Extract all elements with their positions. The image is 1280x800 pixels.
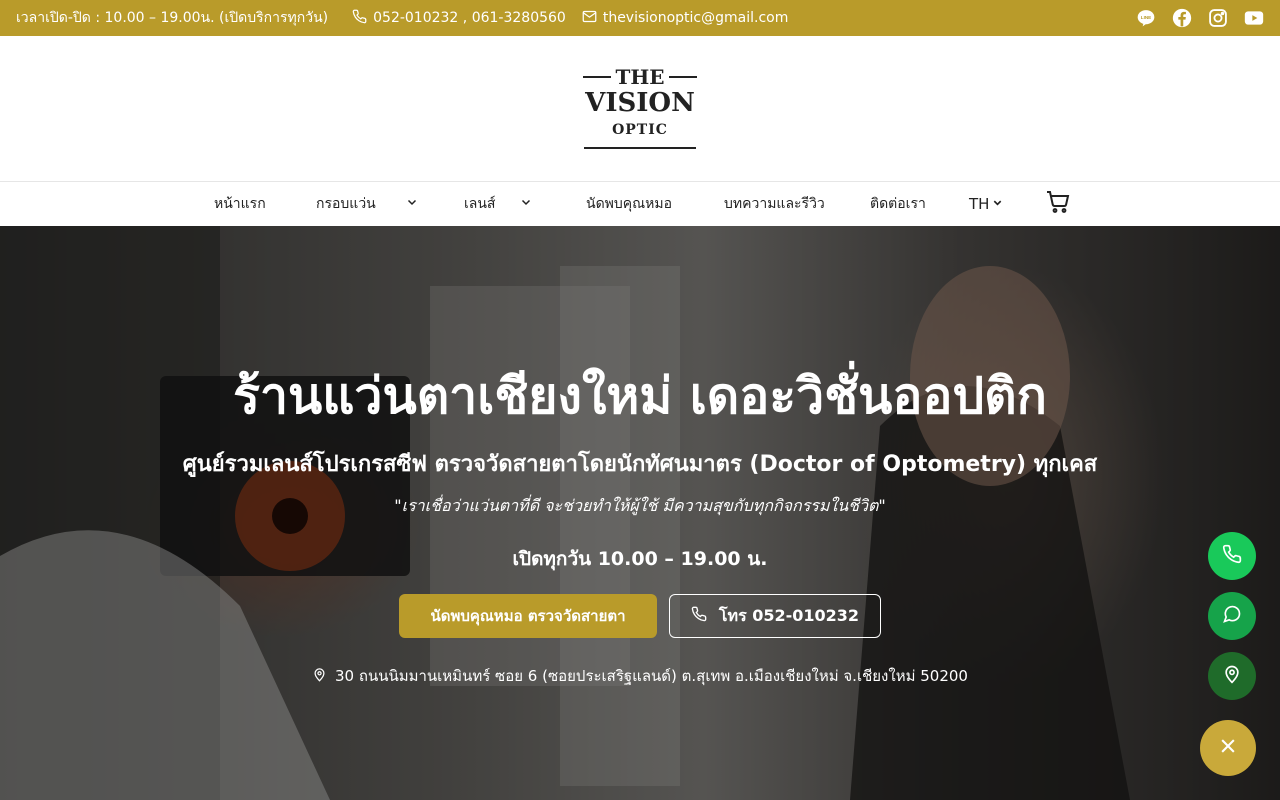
cart-button[interactable] [1046,182,1070,226]
email-text: thevisionoptic@gmail.com [602,10,789,26]
logo-underline [584,147,696,149]
close-icon [1218,736,1238,760]
phone-numbers[interactable]: 052-010232 , 061-3280560 [352,9,566,28]
floating-map-button[interactable] [1208,652,1256,700]
hero-address: 30 ถนนนิมมานเหมินทร์ ซอย 6 (ซอยประเสริฐแ… [0,664,1280,688]
call-button[interactable]: โทร 052-010232 [669,594,881,638]
phone-icon [691,606,707,626]
floating-phone-button[interactable] [1208,532,1256,580]
youtube-icon[interactable] [1244,8,1264,28]
facebook-icon[interactable] [1172,8,1192,28]
cart-icon [1046,190,1070,218]
nav-item-contact[interactable]: ติดต่อเรา [870,182,926,226]
location-pin-icon [312,667,327,686]
line-icon[interactable]: LINE [1136,8,1156,28]
nav-item-articles[interactable]: บทความและรีวิว [724,182,825,226]
chevron-down-icon [992,196,1003,212]
logo-vision: VISION [585,88,695,118]
language-selector[interactable]: TH [969,182,1003,226]
mail-icon [582,9,597,28]
opening-hours-text: เวลาเปิด-ปิด : 10.00 – 19.00น. (เปิดบริก… [16,10,329,26]
chevron-down-icon [406,196,418,212]
top-info-bar: เวลาเปิด-ปิด : 10.00 – 19.00น. (เปิดบริก… [0,0,1280,36]
nav-item-frames[interactable]: กรอบแว่น [316,182,418,226]
hero-quote: "เราเชื่อว่าแว่นตาที่ดี จะช่วยทำให้ผู้ใช… [394,496,886,515]
hero-banner: ร้านแว่นตาเชียงใหม่ เดอะวิชั่นออปติก ศูน… [0,226,1280,800]
chat-bubble-icon [1222,604,1242,628]
logo-top-line: THE [583,65,697,89]
svg-text:LINE: LINE [1141,15,1151,20]
hero-opening-hours: เปิดทุกวัน 10.00 – 19.00 น. [512,548,768,570]
floating-close-button[interactable] [1200,720,1256,776]
book-appointment-button[interactable]: นัดพบคุณหมอ ตรวจวัดสายตา [399,594,657,638]
logo-optic: OPTIC [612,122,668,138]
nav-item-home[interactable]: หน้าแรก [214,182,266,226]
main-nav: หน้าแรก กรอบแว่น เลนส์ นัดพบคุณหมอ บทควา… [0,181,1280,226]
location-pin-icon [1222,664,1242,688]
chevron-down-icon [520,196,532,212]
hero-subtitle: ศูนย์รวมเลนส์โปรเกรสซีฟ ตรวจวัดสายตาโดยน… [182,452,1098,477]
phone-icon [352,9,367,28]
nav-item-lenses[interactable]: เลนส์ [464,182,532,226]
hero-title: ร้านแว่นตาเชียงใหม่ เดอะวิชั่นออปติก [233,367,1047,425]
email-link[interactable]: thevisionoptic@gmail.com [582,9,789,28]
site-header: THE VISION OPTIC [0,36,1280,181]
floating-chat-button[interactable] [1208,592,1256,640]
social-links: LINE [1136,0,1264,36]
phone-icon [1222,544,1242,568]
instagram-icon[interactable] [1208,8,1228,28]
address-text: 30 ถนนนิมมานเหมินทร์ ซอย 6 (ซอยประเสริฐแ… [335,667,968,685]
site-logo[interactable]: THE VISION OPTIC [583,65,697,154]
hero-content: ร้านแว่นตาเชียงใหม่ เดอะวิชั่นออปติก ศูน… [0,226,1280,800]
nav-item-appointment[interactable]: นัดพบคุณหมอ [586,182,672,226]
phone-numbers-text: 052-010232 , 061-3280560 [373,10,566,26]
